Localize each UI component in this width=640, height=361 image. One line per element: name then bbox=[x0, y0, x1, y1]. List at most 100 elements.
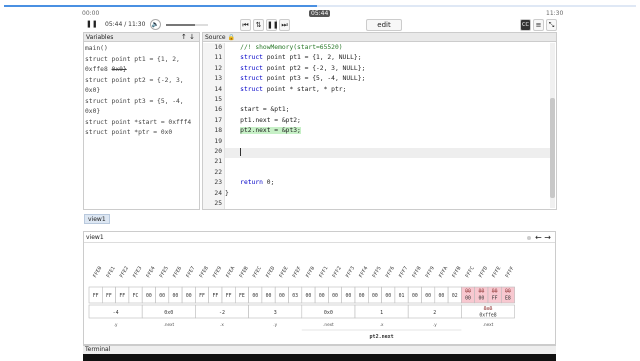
old-field-value: 0x0 bbox=[484, 306, 493, 312]
pause-step-icon[interactable]: ❚❚ bbox=[266, 19, 279, 31]
byte-value: 03 bbox=[292, 293, 298, 299]
variable-row: struct point *ptr = 0x0 bbox=[85, 129, 173, 136]
address-label: FFF5 bbox=[371, 266, 382, 279]
field-value: 2 bbox=[433, 310, 436, 316]
byte-value: 00 bbox=[266, 293, 272, 299]
variable-row: 0x0} bbox=[85, 87, 101, 94]
terminal-header: Terminal bbox=[83, 346, 556, 354]
variable-row: struct point pt1 = {1, 2, bbox=[85, 55, 180, 63]
line-number: 23 bbox=[214, 179, 222, 187]
byte-value: FF bbox=[226, 293, 232, 299]
old-value: 0x0} bbox=[111, 66, 127, 73]
address-label: FFE8 bbox=[199, 266, 210, 279]
line-number: 12 bbox=[214, 64, 222, 72]
field-value: 1 bbox=[380, 310, 383, 316]
struct-label: pt2.next bbox=[370, 334, 394, 340]
line-number: 14 bbox=[214, 85, 222, 93]
address-label: FFEA bbox=[225, 266, 236, 279]
step-into-icon[interactable]: ⇅ bbox=[253, 19, 264, 31]
byte-value: 00 bbox=[465, 296, 471, 302]
volume-icon[interactable]: 🔈 bbox=[150, 19, 161, 30]
field-label: .next bbox=[163, 322, 174, 327]
address-label: FFE2 bbox=[119, 266, 130, 279]
source-scrollbar[interactable] bbox=[550, 43, 555, 208]
code-line[interactable]: } bbox=[225, 190, 229, 197]
line-number: 24 bbox=[214, 189, 222, 197]
volume-slider[interactable] bbox=[166, 24, 208, 26]
line-number: 15 bbox=[214, 96, 222, 103]
address-label: FFF2 bbox=[332, 266, 343, 279]
pause-icon[interactable]: ❚❚ bbox=[86, 19, 98, 31]
line-number: 25 bbox=[214, 200, 222, 207]
address-label: FFF0 bbox=[305, 266, 316, 279]
timeline-progress bbox=[4, 5, 318, 7]
menu-icon[interactable]: ≡ bbox=[533, 19, 544, 31]
byte-value: FF bbox=[199, 293, 205, 299]
byte-value: 00 bbox=[146, 293, 152, 299]
cc-button[interactable]: CC bbox=[520, 19, 531, 31]
current-line-highlight bbox=[225, 148, 550, 159]
byte-value: FF bbox=[93, 293, 99, 299]
variable-row: 0x0} bbox=[85, 108, 101, 115]
address-label: FFFC bbox=[465, 266, 476, 279]
line-number: 10 bbox=[214, 44, 222, 51]
memory-diagram: FFE0 FFE1 FFE2 FFE3 FFE4 FFE5 FFE6 FFE7 FFE8 FFE9… bbox=[88, 266, 516, 340]
step-forward-icon[interactable]: ⏭ bbox=[279, 19, 290, 31]
elapsed-time: 00:00 bbox=[82, 10, 100, 17]
field-label: .x bbox=[220, 322, 224, 327]
byte-value: 00 bbox=[412, 293, 418, 299]
variable-row-text: 0xffe8 bbox=[85, 66, 112, 73]
code-line[interactable]: struct point pt1 = {1, 2, NULL}; bbox=[225, 54, 361, 61]
view-tab[interactable]: view1 bbox=[84, 214, 110, 224]
address-label: FFFE bbox=[491, 266, 502, 279]
byte-value: FC bbox=[133, 293, 139, 299]
timeline[interactable]: 00:00 11:30 05:44 bbox=[0, 0, 640, 18]
address-label: FFE0 bbox=[92, 266, 103, 279]
byte-value: 00 bbox=[345, 293, 351, 299]
byte-value: 00 bbox=[252, 293, 258, 299]
nav-arrows-icon[interactable]: ← → bbox=[535, 232, 551, 243]
total-time: 11:30 bbox=[546, 10, 564, 17]
timeline-track[interactable] bbox=[4, 5, 636, 7]
old-byte-value: 00 bbox=[505, 289, 511, 295]
byte-value: 00 bbox=[385, 293, 391, 299]
variables-panel: Variables ↑ ↓ main() struct point pt1 = … bbox=[83, 32, 200, 210]
field-value: -4 bbox=[113, 310, 119, 316]
address-label: FFEC bbox=[252, 266, 263, 279]
code-line[interactable]: pt2.next = &pt3; bbox=[225, 127, 301, 135]
slider-handle[interactable] bbox=[527, 236, 531, 240]
fullscreen-icon[interactable]: ⤡ bbox=[546, 19, 557, 31]
code-line[interactable]: return 0; bbox=[225, 179, 274, 186]
byte-value: 00 bbox=[159, 293, 165, 299]
address-label: FFED bbox=[265, 266, 276, 279]
address-label: FFFA bbox=[438, 266, 449, 279]
code-line[interactable] bbox=[225, 148, 242, 156]
code-line[interactable]: pt1.next = &pt2; bbox=[225, 117, 301, 124]
address-label: FFE3 bbox=[132, 266, 143, 279]
address-label: FFF1 bbox=[318, 266, 329, 279]
byte-value: FF bbox=[212, 293, 218, 299]
edit-button[interactable]: edit bbox=[366, 19, 402, 31]
line-number: 20 bbox=[214, 148, 222, 155]
byte-value: 00 bbox=[306, 293, 312, 299]
field-value: 0xffe8 bbox=[479, 313, 496, 319]
address-label: FFE1 bbox=[105, 266, 116, 279]
address-label: FFF9 bbox=[425, 266, 436, 279]
code-line[interactable]: struct point pt3 = {5, -4, NULL}; bbox=[225, 75, 365, 82]
field-label: .next bbox=[323, 322, 334, 327]
code-line[interactable]: struct point * start, * ptr; bbox=[225, 86, 346, 93]
code-line[interactable]: start = &pt1; bbox=[225, 106, 289, 113]
step-back-icon[interactable]: ⏮ bbox=[240, 19, 251, 31]
scroll-arrows-icon[interactable]: ↑ ↓ bbox=[181, 33, 195, 42]
byte-value: FF bbox=[492, 296, 498, 302]
code-line[interactable]: struct point pt2 = {-2, 3, NULL}; bbox=[225, 65, 365, 72]
address-label: FFEB bbox=[238, 266, 249, 279]
line-number: 21 bbox=[214, 158, 222, 166]
line-number: 11 bbox=[214, 54, 222, 62]
byte-value: 00 bbox=[425, 293, 431, 299]
code-line[interactable]: //! showMemory(start=65520) bbox=[225, 44, 342, 51]
byte-value: 00 bbox=[279, 293, 285, 299]
field-value: 3 bbox=[274, 310, 277, 316]
variables-title: Variables bbox=[86, 34, 114, 41]
address-label: FFFB bbox=[451, 266, 462, 279]
